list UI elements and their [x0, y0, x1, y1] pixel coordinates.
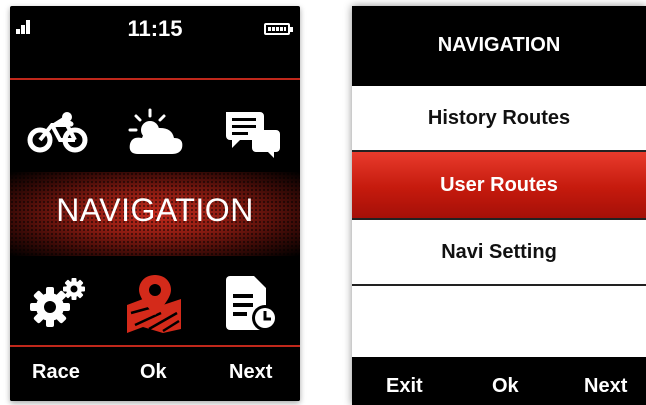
- page-title: NAVIGATION: [437, 34, 561, 56]
- menu-item-user-routes[interactable]: User Routes: [352, 152, 646, 218]
- bottom-button-bar: Exit Ok Next: [352, 357, 646, 405]
- page-title: NAVIGATION: [56, 192, 254, 228]
- menu-item-history-routes[interactable]: History Routes: [352, 86, 646, 150]
- exit-button[interactable]: Exit: [386, 375, 423, 398]
- bottom-button-bar: Race Ok Next: [10, 347, 300, 401]
- ok-button[interactable]: Ok: [492, 375, 519, 398]
- next-button[interactable]: Next: [229, 361, 272, 384]
- device-screen-right: NAVIGATION History Routes User Routes Na…: [352, 6, 646, 405]
- ok-button[interactable]: Ok: [140, 361, 167, 384]
- divider: [10, 78, 300, 80]
- weather-icon[interactable]: [107, 98, 203, 168]
- next-button[interactable]: Next: [584, 375, 627, 398]
- navigation-banner: NAVIGATION: [10, 172, 300, 256]
- menu-item-navi-setting[interactable]: Navi Setting: [352, 220, 646, 284]
- battery-icon: [264, 23, 293, 35]
- header: NAVIGATION: [352, 6, 646, 86]
- divider: [352, 284, 646, 286]
- messages-icon[interactable]: [204, 98, 300, 168]
- device-screen-left: 11:15 NAVIGATION Race Ok Next: [10, 6, 300, 401]
- settings-icon[interactable]: [10, 268, 106, 338]
- status-bar: 11:15: [10, 6, 300, 46]
- map-pin-icon[interactable]: [107, 268, 203, 338]
- bike-icon[interactable]: [10, 98, 106, 168]
- race-button[interactable]: Race: [32, 361, 80, 384]
- clock: 11:15: [127, 16, 183, 41]
- document-clock-icon[interactable]: [204, 268, 300, 338]
